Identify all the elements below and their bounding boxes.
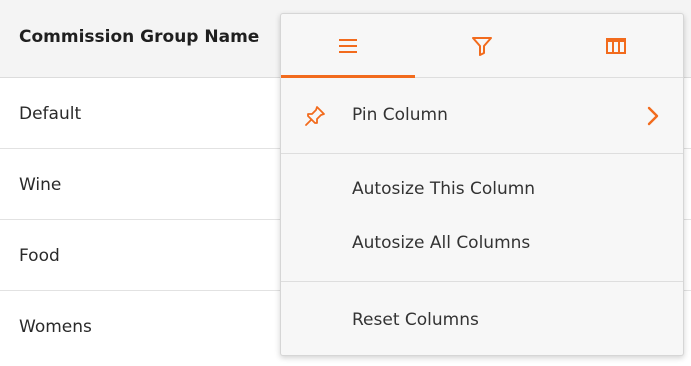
menu-item-label: Pin Column <box>352 105 448 125</box>
table-cell[interactable]: Default <box>19 104 81 124</box>
tab-columns[interactable] <box>549 14 683 77</box>
menu-item-label: Autosize All Columns <box>352 233 531 253</box>
menu-item-pin-column[interactable]: Pin Column <box>281 91 683 141</box>
column-menu: Pin Column Autosize This Column Autosize… <box>280 13 684 356</box>
menu-item-reset-columns[interactable]: Reset Columns <box>281 296 683 346</box>
menu-divider <box>281 153 683 154</box>
menu-item-label: Reset Columns <box>352 310 479 330</box>
chevron-right-icon <box>647 106 659 130</box>
menu-icon <box>338 38 358 54</box>
tab-filter[interactable] <box>415 14 549 77</box>
filter-icon <box>471 36 493 56</box>
menu-divider <box>281 281 683 282</box>
menu-item-autosize-this-column[interactable]: Autosize This Column <box>281 165 683 215</box>
menu-item-autosize-all-columns[interactable]: Autosize All Columns <box>281 219 683 269</box>
columns-icon <box>605 37 627 55</box>
menu-item-label: Autosize This Column <box>352 179 536 199</box>
tab-general[interactable] <box>281 14 415 78</box>
table-cell[interactable]: Food <box>19 246 60 266</box>
column-header-commission-group-name[interactable]: Commission Group Name <box>19 27 259 47</box>
column-menu-tabs <box>281 14 683 78</box>
table-cell[interactable]: Womens <box>19 317 92 337</box>
pin-icon <box>303 104 327 132</box>
table-cell[interactable]: Wine <box>19 175 61 195</box>
